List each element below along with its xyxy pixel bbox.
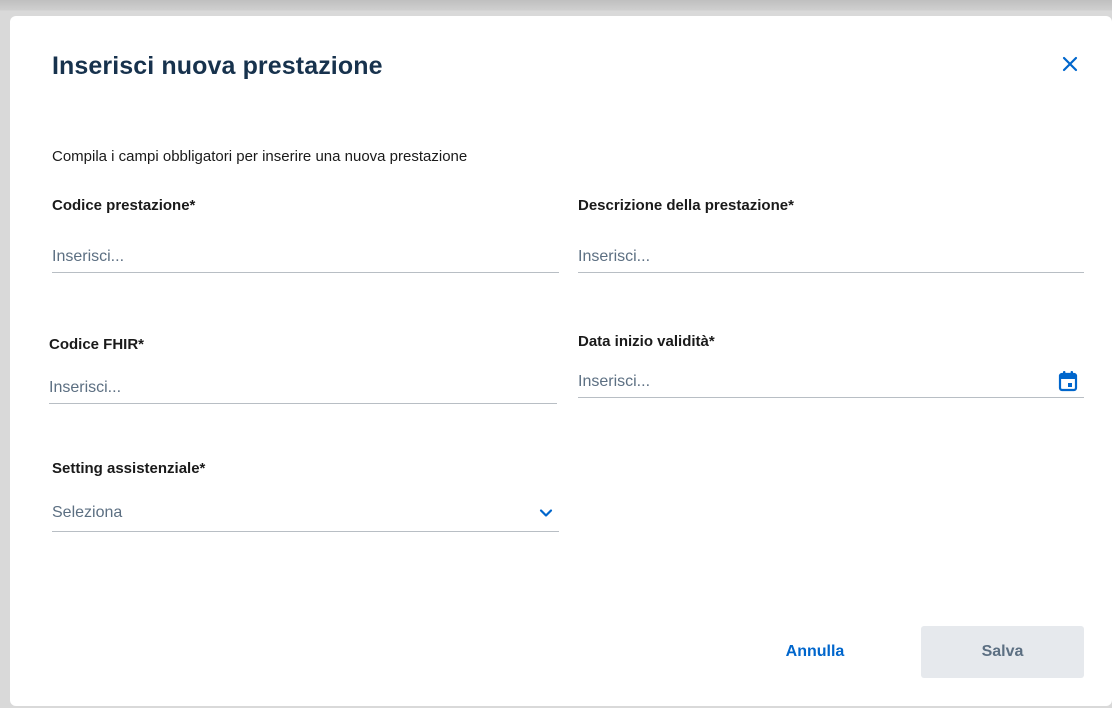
dialog-intro-text: Compila i campi obbligatori per inserire… (52, 148, 468, 165)
calendar-icon[interactable] (1058, 370, 1078, 392)
chevron-down-icon (539, 509, 553, 517)
setting-assistenziale-label: Setting assistenziale* (52, 460, 206, 477)
dialog-title: Inserisci nuova prestazione (52, 52, 383, 80)
cancel-button[interactable]: Annulla (760, 626, 870, 678)
descrizione-prestazione-input[interactable] (578, 241, 1084, 273)
descrizione-prestazione-label: Descrizione della prestazione* (578, 197, 794, 214)
data-inizio-validita-label: Data inizio validità* (578, 333, 715, 350)
data-inizio-validita-input[interactable] (578, 366, 1084, 398)
close-button[interactable] (1058, 52, 1082, 76)
setting-assistenziale-select[interactable]: Seleziona (52, 498, 559, 532)
codice-prestazione-label: Codice prestazione* (52, 197, 196, 214)
save-button[interactable]: Salva (921, 626, 1084, 678)
codice-fhir-label: Codice FHIR* (49, 336, 145, 353)
codice-prestazione-input[interactable] (52, 241, 559, 273)
new-service-dialog: Inserisci nuova prestazione Compila i ca… (10, 16, 1112, 706)
close-icon (1062, 56, 1078, 72)
setting-assistenziale-selected-value: Seleziona (52, 504, 123, 521)
codice-fhir-input[interactable] (49, 372, 557, 404)
